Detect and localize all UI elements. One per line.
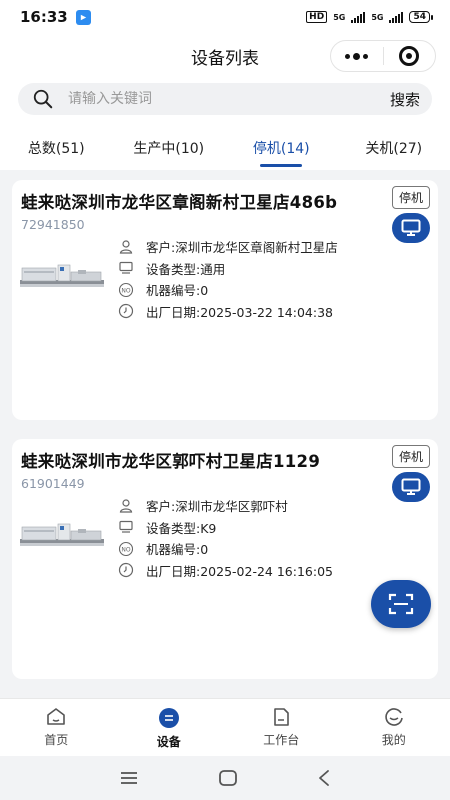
tab-powered-off[interactable]: 关机(27) (338, 124, 450, 170)
bottom-tab-bar: 首页 设备 工作台 我的 (0, 698, 450, 756)
date-text: 出厂日期:2025-02-24 16:16:05 (146, 563, 333, 579)
search-bar-container: 搜索 (0, 78, 450, 124)
tab-label: 停机(14) (252, 141, 310, 157)
device-icon (158, 708, 179, 728)
machine-no-text: 机器编号:0 (146, 283, 209, 299)
machine-no-row: NO 机器编号:0 (118, 279, 338, 301)
device-card[interactable]: 蛙来哒深圳市龙华区章阁新村卫星店486b 72941850 停机 客户:深圳市龙… (12, 180, 438, 420)
monitor-icon (401, 219, 421, 236)
device-card[interactable]: 蛙来哒深圳市龙华区郭吓村卫星店1129 61901449 停机 客户:深圳市龙华… (12, 439, 438, 679)
scan-icon (388, 593, 414, 615)
date-row: 出厂日期:2025-03-22 14:04:38 (118, 301, 338, 323)
active-tab-indicator (260, 164, 303, 167)
type-text: 设备类型:K9 (146, 520, 217, 536)
signal-icon (351, 11, 366, 23)
status-badge: 停机 (391, 186, 430, 209)
home-icon (47, 708, 66, 725)
device-info: 客户:深圳市龙华区章阁新村卫星店 设备类型:通用 NO 机器编号:0 出厂日期:… (118, 236, 338, 322)
home-square-icon[interactable] (218, 769, 238, 787)
user-icon (118, 239, 134, 255)
target-icon (399, 46, 420, 66)
machine-no-row: NO 机器编号:0 (118, 538, 333, 560)
status-time: 16:33 (20, 8, 68, 26)
nav-home[interactable]: 首页 (0, 699, 113, 756)
notification-app-icon (75, 9, 91, 25)
miniprogram-capsule (330, 40, 436, 72)
device-code: 72941850 (21, 217, 85, 232)
tab-producing[interactable]: 生产中(10) (113, 124, 226, 170)
customer-row: 客户:深圳市龙华区郭吓村 (118, 495, 333, 517)
menu-icon[interactable] (119, 770, 139, 786)
clock-icon (118, 562, 134, 578)
monitor-button[interactable] (392, 213, 430, 243)
nav-label: 我的 (381, 733, 406, 747)
clock-icon (118, 303, 134, 319)
type-row: 设备类型:K9 (118, 517, 333, 539)
search-icon (33, 89, 53, 109)
date-text: 出厂日期:2025-03-22 14:04:38 (146, 304, 333, 320)
monitor-button[interactable] (392, 472, 430, 502)
workbench-icon (274, 708, 290, 726)
customer-text: 客户:深圳市龙华区郭吓村 (146, 499, 288, 515)
tab-stopped[interactable]: 停机(14) (225, 124, 338, 170)
device-type-icon (118, 260, 134, 276)
close-miniprogram-button[interactable] (384, 41, 436, 71)
machine-image (20, 264, 104, 287)
monitor-icon (401, 478, 421, 495)
device-info: 客户:深圳市龙华区郭吓村 设备类型:K9 NO 机器编号:0 出厂日期:2025… (118, 495, 333, 581)
tab-total[interactable]: 总数(51) (0, 124, 113, 170)
tab-label: 总数(51) (27, 141, 85, 157)
number-icon: NO (118, 541, 134, 557)
nav-me[interactable]: 我的 (338, 699, 450, 756)
date-row: 出厂日期:2025-02-24 16:16:05 (118, 560, 333, 582)
nav-workbench[interactable]: 工作台 (225, 699, 338, 756)
battery-icon: 54 (409, 11, 433, 23)
device-code: 61901449 (21, 476, 85, 491)
machine-no-text: 机器编号:0 (146, 542, 209, 558)
profile-icon (385, 708, 403, 726)
search-input[interactable] (68, 91, 390, 107)
signal-icon (389, 11, 404, 23)
status-bar: 16:33 HD 5G 5G 54 (0, 0, 450, 34)
signal-1-label: 5G (333, 12, 346, 22)
user-icon (118, 498, 134, 514)
search-button[interactable]: 搜索 (390, 89, 420, 110)
search-bar: 搜索 (18, 83, 432, 115)
customer-text: 客户:深圳市龙华区章阁新村卫星店 (146, 240, 338, 256)
device-name: 蛙来哒深圳市龙华区郭吓村卫星店1129 (21, 452, 321, 471)
nav-label: 设备 (156, 735, 181, 749)
nav-device[interactable]: 设备 (113, 699, 226, 756)
number-icon: NO (118, 282, 134, 298)
device-type-icon (118, 519, 134, 535)
nav-label: 首页 (44, 733, 69, 747)
tab-label: 生产中(10) (133, 141, 205, 157)
status-tabs: 总数(51) 生产中(10) 停机(14) 关机(27) (0, 124, 450, 170)
machine-image (20, 523, 104, 546)
status-badge: 停机 (391, 445, 430, 468)
svg-text:NO: NO (121, 287, 130, 294)
type-row: 设备类型:通用 (118, 258, 338, 280)
type-text: 设备类型:通用 (146, 261, 226, 277)
device-name: 蛙来哒深圳市龙华区章阁新村卫星店486b (21, 193, 338, 212)
hd-indicator: HD (306, 11, 328, 23)
signal-2-label: 5G (371, 12, 384, 22)
svg-text:NO: NO (121, 546, 130, 553)
system-navigation-bar (0, 756, 450, 800)
customer-row: 客户:深圳市龙华区章阁新村卫星店 (118, 236, 338, 258)
nav-header: 设备列表 (0, 34, 450, 78)
more-button[interactable] (331, 41, 383, 71)
tab-label: 关机(27) (365, 141, 423, 157)
nav-label: 工作台 (263, 733, 300, 747)
more-icon (345, 52, 369, 60)
scan-button[interactable] (371, 580, 431, 628)
back-icon[interactable] (317, 769, 331, 787)
